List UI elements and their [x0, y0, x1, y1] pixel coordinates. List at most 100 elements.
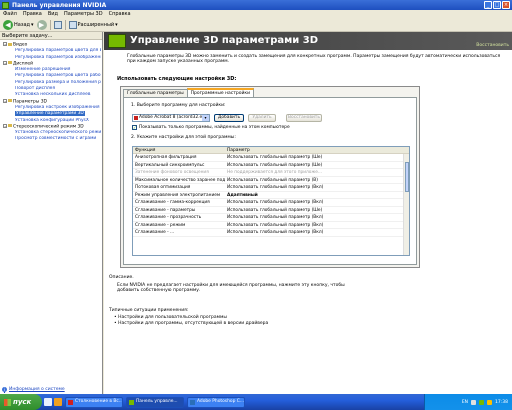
- show-installed-checkbox[interactable]: ✓: [132, 125, 137, 130]
- start-label: пуск: [13, 398, 32, 406]
- table-row[interactable]: Сглаживание - гамма-коррекция Использоват…: [133, 199, 409, 207]
- chevron-down-icon: ▾: [202, 115, 209, 121]
- setting-value[interactable]: Адаптивный: [225, 192, 401, 199]
- setting-value[interactable]: Использовать глобальный параметр (В): [225, 177, 401, 184]
- tree-collapse-icon[interactable]: −: [3, 123, 7, 128]
- taskbar: пуск Столкновение в Вс... Панель управле…: [0, 394, 512, 410]
- table-row[interactable]: Сглаживание - параметры Использовать глоб…: [133, 207, 409, 214]
- setting-value[interactable]: Использовать глобальный параметр (Ше): [225, 154, 401, 161]
- setting-function: Потоковая оптимизация: [135, 185, 191, 190]
- tree-task-link[interactable]: Просмотр совместимости с играми: [1, 136, 101, 142]
- system-info-link[interactable]: i Информация о системе: [2, 387, 65, 392]
- nvidia-3d-logo: [108, 34, 126, 48]
- tree-task-link[interactable]: Установка нескольких дисплеев: [1, 92, 101, 98]
- tree-item-label: Регулировка размера и положения рабочего…: [15, 79, 101, 85]
- setting-value[interactable]: Использовать глобальный параметр (Вкл): [225, 214, 401, 221]
- setting-value[interactable]: Использовать глобальный параметр (Вкл): [225, 229, 401, 236]
- volume-icon[interactable]: [487, 399, 493, 405]
- tree-item-label: Регулировка параметров изображения для в…: [15, 54, 101, 60]
- setting-value[interactable]: Использовать глобальный параметр (Ше): [225, 162, 401, 169]
- forward-button[interactable]: ▶: [36, 19, 47, 30]
- table-row[interactable]: Потоковая оптимизация Использовать глобал…: [133, 184, 409, 192]
- program-settings-panel: 1. Выберите программу для настройки: Ado…: [123, 97, 417, 265]
- tree-task-link[interactable]: Установка конфигурации PhysX: [1, 118, 101, 124]
- tree-task-link[interactable]: Регулировка параметров изображения для в…: [1, 55, 101, 61]
- task-panel: Выберите задачу... − Видео Регулировка пар…: [0, 32, 103, 394]
- page-title: Управление 3D параметрами 3D: [130, 35, 319, 46]
- taskbar-item-label: Столкновение в Вс...: [75, 399, 123, 404]
- start-button[interactable]: пуск: [0, 394, 42, 410]
- toolbar-separator: [64, 19, 66, 30]
- tree-item-label: Просмотр совместимости с играми: [15, 136, 97, 142]
- minimize-button[interactable]: _: [484, 1, 492, 9]
- setting-value[interactable]: Использовать глобальный параметр (Ше): [225, 207, 401, 214]
- nvidia-tray-icon[interactable]: [479, 399, 485, 405]
- add-program-button[interactable]: Добавить: [214, 114, 244, 122]
- scrollbar-thumb[interactable]: [405, 162, 409, 192]
- usage-list: Настройки для пользовательской программы…: [114, 315, 268, 326]
- tree-collapse-icon[interactable]: −: [3, 60, 7, 65]
- table-scrollbar[interactable]: [403, 154, 409, 255]
- restore-program-button[interactable]: Восстановить: [286, 114, 322, 122]
- table-body: Анизотропная фильтрация Использовать глоб…: [133, 154, 409, 237]
- setting-value[interactable]: Не поддерживается для этого приложе...: [225, 169, 401, 176]
- menu-edit[interactable]: Правка: [23, 11, 42, 17]
- column-header-parameter[interactable]: Параметр: [225, 147, 401, 153]
- clock: 17:38: [495, 399, 508, 405]
- quicklaunch-browser-icon[interactable]: [54, 398, 62, 406]
- taskbar-item-label: Adobe Photoshop C...: [197, 399, 244, 404]
- setting-function: Вертикальный синхроимпульс: [135, 162, 205, 168]
- setting-value[interactable]: Использовать глобальный параметр (Вкл): [225, 184, 401, 191]
- language-indicator[interactable]: EN: [462, 400, 468, 405]
- column-header-function[interactable]: Функция: [133, 147, 225, 153]
- tree-item-label: Видео: [13, 42, 28, 48]
- menu-file[interactable]: Файл: [3, 11, 17, 17]
- remove-program-button[interactable]: Удалить: [248, 114, 276, 122]
- tree-item-label: Стереоскопический режим 3D: [13, 124, 84, 130]
- tree-collapse-icon[interactable]: −: [3, 42, 7, 46]
- network-icon[interactable]: [471, 399, 477, 405]
- home-icon[interactable]: [53, 20, 62, 29]
- table-row[interactable]: Затенение фонового освещения Не поддержив…: [133, 169, 409, 177]
- menu-3d-settings[interactable]: Параметры 3D: [64, 11, 103, 17]
- info-icon: i: [2, 387, 7, 392]
- quicklaunch-desktop-icon[interactable]: [44, 398, 52, 406]
- page-description: Глобальные параметры 3D можно заменить и…: [127, 54, 501, 65]
- title-bar[interactable]: Панель управления NVIDIA _ □ ×: [0, 0, 512, 10]
- table-header: Функция Параметр: [133, 147, 409, 154]
- back-button[interactable]: ◀ Назад ▾: [3, 19, 34, 30]
- table-row[interactable]: Анизотропная фильтрация Использовать глоб…: [133, 154, 409, 162]
- table-row[interactable]: Вертикальный синхроимпульс Использовать г…: [133, 162, 409, 169]
- taskbar-item-label: Панель управле...: [136, 399, 178, 404]
- tab-global-settings[interactable]: Глобальные параметры: [123, 89, 188, 97]
- menu-help[interactable]: Справка: [109, 11, 131, 17]
- taskbar-item[interactable]: Панель управле...: [126, 396, 184, 408]
- show-installed-only[interactable]: ✓ Показывать только программы, найденные…: [132, 125, 290, 130]
- tab-program-settings[interactable]: Программные настройки: [186, 88, 255, 97]
- setting-value[interactable]: Использовать глобальный параметр (Вкл): [225, 199, 401, 206]
- view-mode-button[interactable]: Расширенный ▾: [68, 20, 118, 29]
- table-row[interactable]: Максимальное количество заранее под... Ис…: [133, 177, 409, 184]
- show-installed-label: Показывать только программы, найденные н…: [139, 125, 290, 130]
- system-info-label: Информация о системе: [9, 387, 65, 392]
- table-row[interactable]: Режим управления электропитанием Адаптивн…: [133, 192, 409, 199]
- program-select[interactable]: Adobe Acrobat 8 (acrord32.exe) ▾: [132, 114, 210, 122]
- restore-defaults-link[interactable]: Восстановить: [476, 43, 509, 48]
- settings-table: Функция Параметр Анизотропная фильтрация…: [132, 146, 410, 256]
- close-button[interactable]: ×: [502, 1, 510, 9]
- setting-function: Сглаживание - гамма-коррекция: [135, 200, 210, 205]
- setting-value[interactable]: Использовать глобальный параметр (Вкл): [225, 222, 401, 229]
- taskbar-item[interactable]: Adobe Photoshop C...: [187, 396, 245, 408]
- tree-collapse-icon[interactable]: −: [3, 98, 7, 103]
- maximize-button[interactable]: □: [493, 1, 501, 9]
- tree-item-label: Параметры 3D: [13, 99, 47, 105]
- tree-item-label: Установка конфигурации PhysX: [15, 117, 89, 123]
- table-row[interactable]: Сглаживание - режим Использовать глобальн…: [133, 222, 409, 229]
- menu-view[interactable]: Вид: [48, 11, 58, 17]
- view-mode-label: Расширенный: [77, 21, 115, 28]
- table-row[interactable]: Сглаживание - прозрачность Использовать г…: [133, 214, 409, 222]
- table-row[interactable]: Сглаживание - ... Использовать глобальный…: [133, 229, 409, 237]
- taskbar-item[interactable]: Столкновение в Вс...: [65, 396, 123, 408]
- setting-function: Максимальное количество заранее под...: [135, 177, 225, 183]
- opera-icon: [68, 399, 73, 405]
